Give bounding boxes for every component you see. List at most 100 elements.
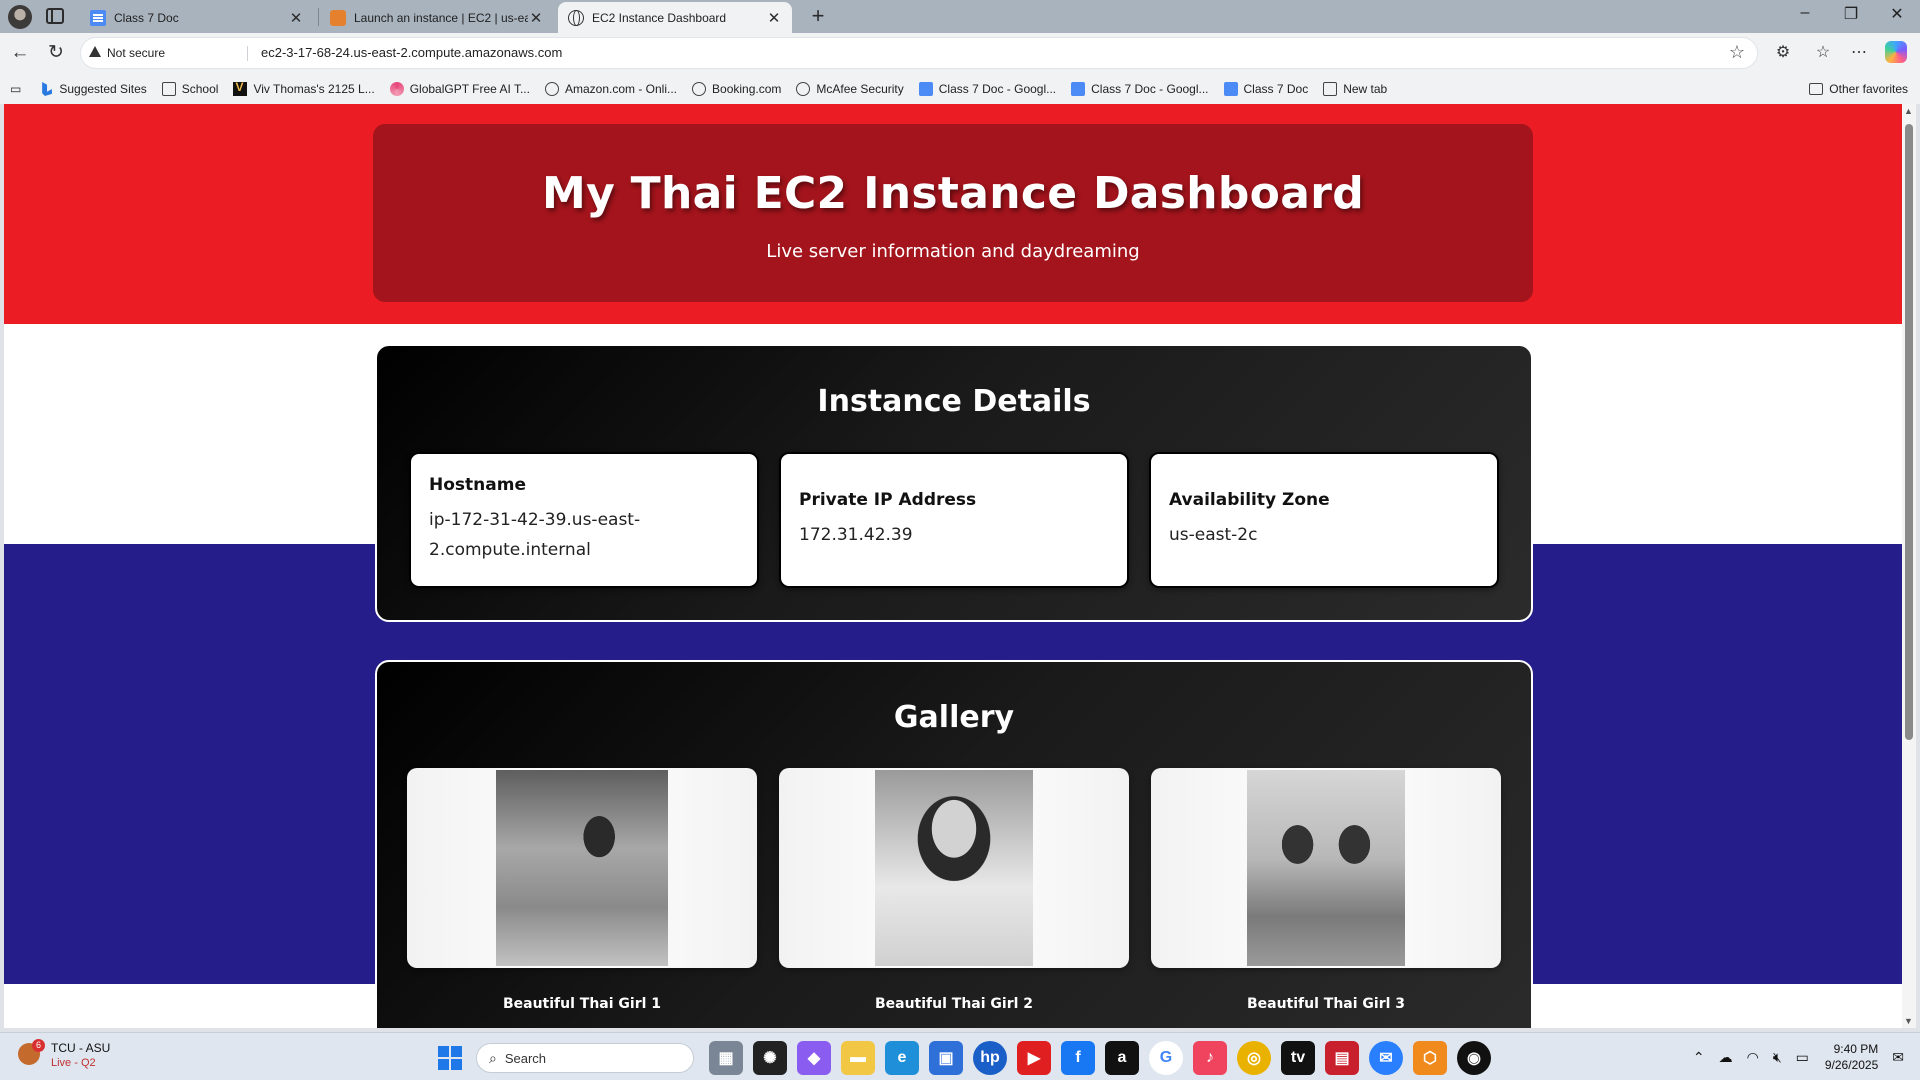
instance-details-panel: Instance Details Hostname ip-172-31-42-3… bbox=[375, 344, 1533, 622]
windows-start-icon[interactable] bbox=[438, 1046, 462, 1070]
apple-music-icon[interactable]: ♪ bbox=[1193, 1041, 1227, 1075]
taskbar-apps: ⌕ Search ▦ ✺ ◆ ▬ e ▣ hp ▶ f a G ♪ ◎ tv ▤ … bbox=[438, 1041, 1496, 1075]
favorite-class-7-doc[interactable]: Class 7 Doc bbox=[1223, 82, 1308, 96]
aws-icon bbox=[330, 9, 346, 26]
chatgpt-icon[interactable]: ✺ bbox=[753, 1041, 787, 1075]
tab-title: EC2 Instance Dashboard bbox=[592, 10, 727, 25]
extensions-icon[interactable]: ⚙ bbox=[1771, 41, 1795, 65]
news-app-icon[interactable]: ▤ bbox=[1325, 1041, 1359, 1075]
url-text[interactable]: ec2-3-17-68-24.us-east-2.compute.amazona… bbox=[261, 45, 562, 60]
google-icon[interactable]: G bbox=[1149, 1041, 1183, 1075]
chevron-up-icon[interactable]: ⌃ bbox=[1693, 1049, 1705, 1066]
address-bar[interactable]: Not secure ec2-3-17-68-24.us-east-2.comp… bbox=[80, 37, 1758, 69]
favorite-mcafee[interactable]: McAfee Security bbox=[796, 82, 904, 96]
youtube-icon[interactable]: ▶ bbox=[1017, 1041, 1051, 1075]
google-docs-icon bbox=[90, 9, 106, 26]
wifi-icon[interactable]: ◠ bbox=[1747, 1049, 1759, 1066]
microsoft-store-icon[interactable]: ▣ bbox=[929, 1041, 963, 1075]
availability-zone-card: Availability Zone us-east-2c bbox=[1149, 452, 1499, 588]
clock-date: 9/26/2025 bbox=[1824, 1058, 1879, 1072]
favorite-label: GlobalGPT Free AI T... bbox=[409, 82, 530, 96]
favorite-amazon[interactable]: Amazon.com - Onli... bbox=[544, 82, 677, 96]
card-value: ip-172-31-42-39.us-east-2.compute.intern… bbox=[429, 510, 641, 560]
clock[interactable]: 9:40 PM 9/26/2025 bbox=[1825, 1041, 1878, 1073]
scrollbar-thumb[interactable] bbox=[1905, 124, 1913, 740]
tab-launch-instance[interactable]: Launch an instance | EC2 | us-east- ✕ bbox=[320, 2, 554, 33]
edge-browser-icon[interactable]: e bbox=[885, 1041, 919, 1075]
sports-widget[interactable]: 6 bbox=[18, 1039, 45, 1069]
favorite-class-7-doc-google-1[interactable]: Class 7 Doc - Googl... bbox=[918, 82, 1056, 96]
back-button[interactable]: ← bbox=[8, 41, 32, 65]
star-icon[interactable]: ☆ bbox=[1729, 42, 1745, 63]
scroll-up-icon[interactable]: ▲ bbox=[1904, 106, 1913, 116]
google-docs-icon bbox=[1071, 82, 1086, 96]
close-tab-icon[interactable]: ✕ bbox=[766, 9, 782, 27]
more-menu-icon[interactable]: ⋯ bbox=[1847, 41, 1871, 65]
github-icon[interactable]: ◉ bbox=[1457, 1041, 1491, 1075]
globe-icon bbox=[544, 82, 559, 96]
maximize-button[interactable]: ❐ bbox=[1836, 4, 1866, 24]
windows-taskbar: 6 TCU - ASU Live - Q2 ⌕ Search ▦ ✺ ◆ ▬ e … bbox=[0, 1032, 1920, 1080]
profile-avatar[interactable] bbox=[8, 5, 32, 29]
tab-class-7-doc[interactable]: Class 7 Doc ✕ bbox=[80, 2, 314, 33]
tab-divider bbox=[318, 8, 319, 26]
scroll-down-icon[interactable]: ▼ bbox=[1904, 1016, 1913, 1026]
favorite-label: New tab bbox=[1343, 82, 1388, 96]
gallery-item: Beautiful Thai Girl 2 bbox=[779, 768, 1129, 1012]
detail-cards: Hostname ip-172-31-42-39.us-east-2.compu… bbox=[409, 452, 1499, 588]
volume-muted-icon[interactable]: 🔇︎ bbox=[1773, 1049, 1782, 1066]
copilot-icon[interactable] bbox=[1885, 41, 1909, 65]
file-explorer-icon[interactable]: ▬ bbox=[841, 1041, 875, 1075]
battery-icon[interactable]: ▭ bbox=[1796, 1049, 1809, 1066]
hero-header: My Thai EC2 Instance Dashboard Live serv… bbox=[373, 124, 1533, 302]
globe-icon bbox=[692, 82, 707, 96]
other-favorites[interactable]: Other favorites bbox=[1809, 82, 1908, 96]
section-title: Gallery bbox=[893, 700, 1015, 735]
favorite-booking[interactable]: Booking.com bbox=[692, 82, 781, 96]
hp-icon[interactable]: hp bbox=[973, 1041, 1007, 1075]
score-status[interactable]: Live - Q2 bbox=[51, 1057, 96, 1069]
sidebar-toggle-icon[interactable]: ▭ bbox=[10, 82, 21, 96]
favorite-new-tab[interactable]: New tab bbox=[1323, 82, 1387, 96]
chrome-icon[interactable]: ◎ bbox=[1237, 1041, 1271, 1075]
close-tab-icon[interactable]: ✕ bbox=[528, 9, 544, 27]
close-window-button[interactable]: ✕ bbox=[1882, 4, 1912, 24]
google-docs-icon bbox=[918, 82, 933, 96]
taskbar-search[interactable]: ⌕ Search bbox=[476, 1043, 694, 1073]
tab-ec2-dashboard[interactable]: EC2 Instance Dashboard ✕ bbox=[558, 2, 792, 33]
favorites-icon[interactable]: ☆ bbox=[1811, 41, 1835, 65]
swirl-icon bbox=[389, 82, 404, 96]
copilot-app-icon[interactable]: ◆ bbox=[797, 1041, 831, 1075]
favorite-class-7-doc-google-2[interactable]: Class 7 Doc - Googl... bbox=[1071, 82, 1209, 96]
task-view-icon[interactable]: ▦ bbox=[709, 1041, 743, 1075]
apple-tv-icon[interactable]: tv bbox=[1281, 1041, 1315, 1075]
page-title: My Thai EC2 Instance Dashboard bbox=[541, 168, 1364, 219]
gallery-panel: Gallery Beautiful Thai Girl 1 Beautiful … bbox=[375, 660, 1533, 1028]
tab-title: Launch an instance | EC2 | us-east- bbox=[354, 10, 528, 25]
onedrive-icon[interactable]: ☁ bbox=[1719, 1049, 1733, 1066]
favorite-viv-thomas[interactable]: Viv Thomas's 2125 L... bbox=[233, 80, 375, 96]
new-tab-button[interactable]: + bbox=[804, 2, 832, 30]
aws-app-icon[interactable]: ⬡ bbox=[1413, 1041, 1447, 1075]
page-scrollbar[interactable]: ▲ ▼ bbox=[1902, 104, 1916, 1028]
card-label: Hostname bbox=[429, 475, 526, 495]
favorite-school[interactable]: School bbox=[161, 82, 218, 96]
minimize-button[interactable]: – bbox=[1790, 4, 1820, 22]
facebook-icon[interactable]: f bbox=[1061, 1041, 1095, 1075]
card-value: us-east-2c bbox=[1169, 525, 1258, 545]
messenger-icon[interactable]: ✉ bbox=[1369, 1041, 1403, 1075]
globe-icon bbox=[568, 9, 584, 26]
security-indicator[interactable]: Not secure bbox=[107, 46, 165, 60]
globe-icon bbox=[796, 82, 811, 96]
warning-icon bbox=[89, 46, 101, 57]
folder-icon bbox=[1809, 83, 1824, 95]
tab-actions-icon[interactable] bbox=[46, 8, 64, 24]
reload-button[interactable]: ↻ bbox=[44, 41, 68, 65]
favorite-suggested-sites[interactable]: Suggested Sites bbox=[39, 82, 147, 96]
page-viewport: My Thai EC2 Instance Dashboard Live serv… bbox=[4, 104, 1902, 1028]
score-text[interactable]: TCU - ASU bbox=[51, 1041, 110, 1055]
amazon-icon[interactable]: a bbox=[1105, 1041, 1139, 1075]
notifications-icon[interactable]: ✉ bbox=[1892, 1049, 1904, 1066]
close-tab-icon[interactable]: ✕ bbox=[288, 9, 304, 27]
favorite-globalgpt[interactable]: GlobalGPT Free AI T... bbox=[389, 82, 530, 96]
